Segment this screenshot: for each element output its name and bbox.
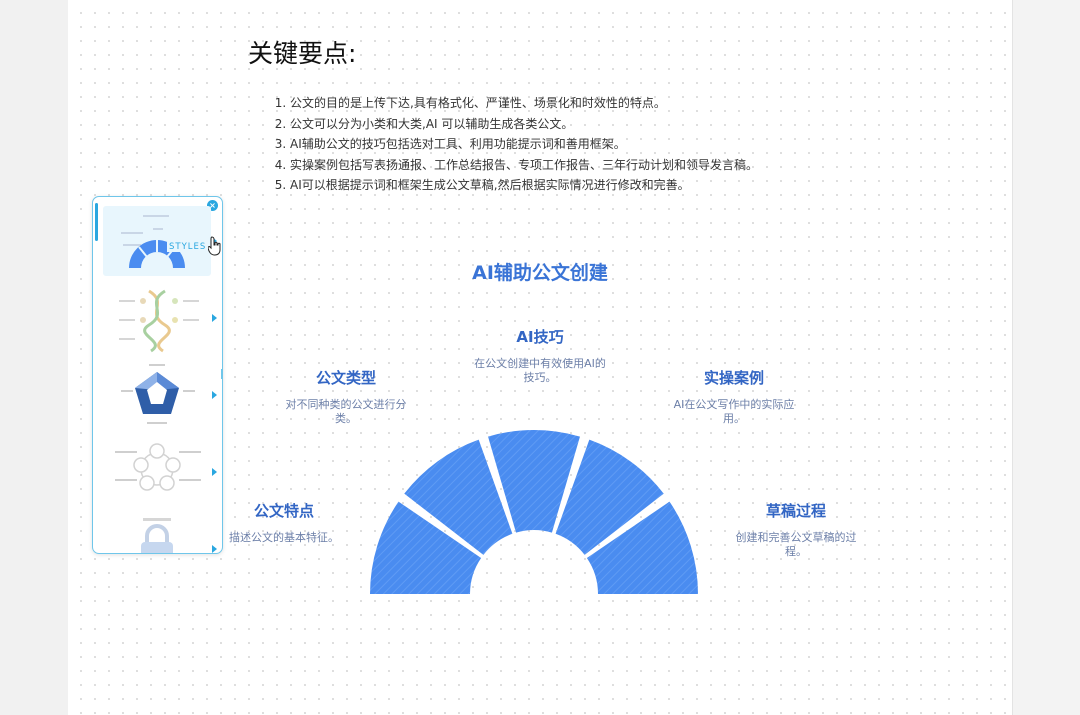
diagram-node: 公文特点 描述公文的基本特征。 bbox=[214, 500, 354, 545]
node-description: 描述公文的基本特征。 bbox=[229, 531, 339, 544]
node-title: AI技巧 bbox=[516, 328, 564, 346]
style-picker-panel[interactable]: × STYLES bbox=[92, 196, 223, 554]
chevron-right-icon[interactable] bbox=[212, 468, 217, 476]
key-points: 公文的目的是上传下达,具有格式化、严谨性、场景化和时效性的特点。 公文可以分为小… bbox=[272, 93, 812, 196]
panel-pointer bbox=[221, 369, 227, 379]
node-title: 公文类型 bbox=[315, 369, 376, 387]
canvas-margin bbox=[1012, 0, 1080, 715]
node-title: 公文特点 bbox=[253, 502, 314, 520]
diagram-node: 草稿过程 创建和完善公文草稿的过程。 bbox=[726, 500, 866, 559]
semicircle-diagram bbox=[370, 430, 698, 594]
chevron-right-icon[interactable] bbox=[212, 314, 217, 322]
page-title: 关键要点: bbox=[248, 39, 357, 68]
diagram-title: AI辅助公文创建 bbox=[472, 262, 608, 284]
hand-cursor-icon bbox=[208, 236, 221, 256]
key-point-item: AI辅助公文的技巧包括选对工具、利用功能提示词和善用框架。 bbox=[290, 134, 812, 155]
node-title: 草稿过程 bbox=[765, 502, 826, 520]
diagram-node: 公文类型 对不同种类的公文进行分类。 bbox=[276, 367, 416, 426]
panel-scrollbar[interactable] bbox=[95, 203, 98, 241]
key-point-item: AI可以根据提示词和框架生成公文草稿,然后根据实际情况进行修改和完善。 bbox=[290, 175, 812, 196]
diagram-node: AI技巧 在公文创建中有效使用AI的技巧。 bbox=[468, 326, 612, 385]
key-point-item: 公文的目的是上传下达,具有格式化、严谨性、场景化和时效性的特点。 bbox=[290, 93, 812, 114]
diagram-node: 实操案例 AI在公文写作中的实际应用。 bbox=[664, 367, 804, 426]
style-thumbnail-circles[interactable] bbox=[103, 437, 211, 507]
key-point-item: 实操案例包括写表扬通报、工作总结报告、专项工作报告、三年行动计划和领导发言稿。 bbox=[290, 155, 812, 176]
node-description: 在公文创建中有效使用AI的技巧。 bbox=[474, 357, 606, 384]
style-thumbnail-helix[interactable] bbox=[103, 283, 211, 353]
styles-label: STYLES bbox=[167, 242, 209, 252]
key-point-item: 公文可以分为小类和大类,AI 可以辅助生成各类公文。 bbox=[290, 114, 812, 135]
style-thumbnail-pentagon[interactable] bbox=[103, 360, 211, 430]
chevron-right-icon[interactable] bbox=[212, 545, 217, 553]
style-thumbnail-semicircle[interactable]: STYLES bbox=[103, 206, 211, 276]
chevron-right-icon[interactable] bbox=[212, 391, 217, 399]
node-description: 创建和完善公文草稿的过程。 bbox=[735, 531, 857, 558]
node-title: 实操案例 bbox=[703, 369, 764, 387]
style-thumbnail-lock[interactable] bbox=[103, 514, 211, 553]
